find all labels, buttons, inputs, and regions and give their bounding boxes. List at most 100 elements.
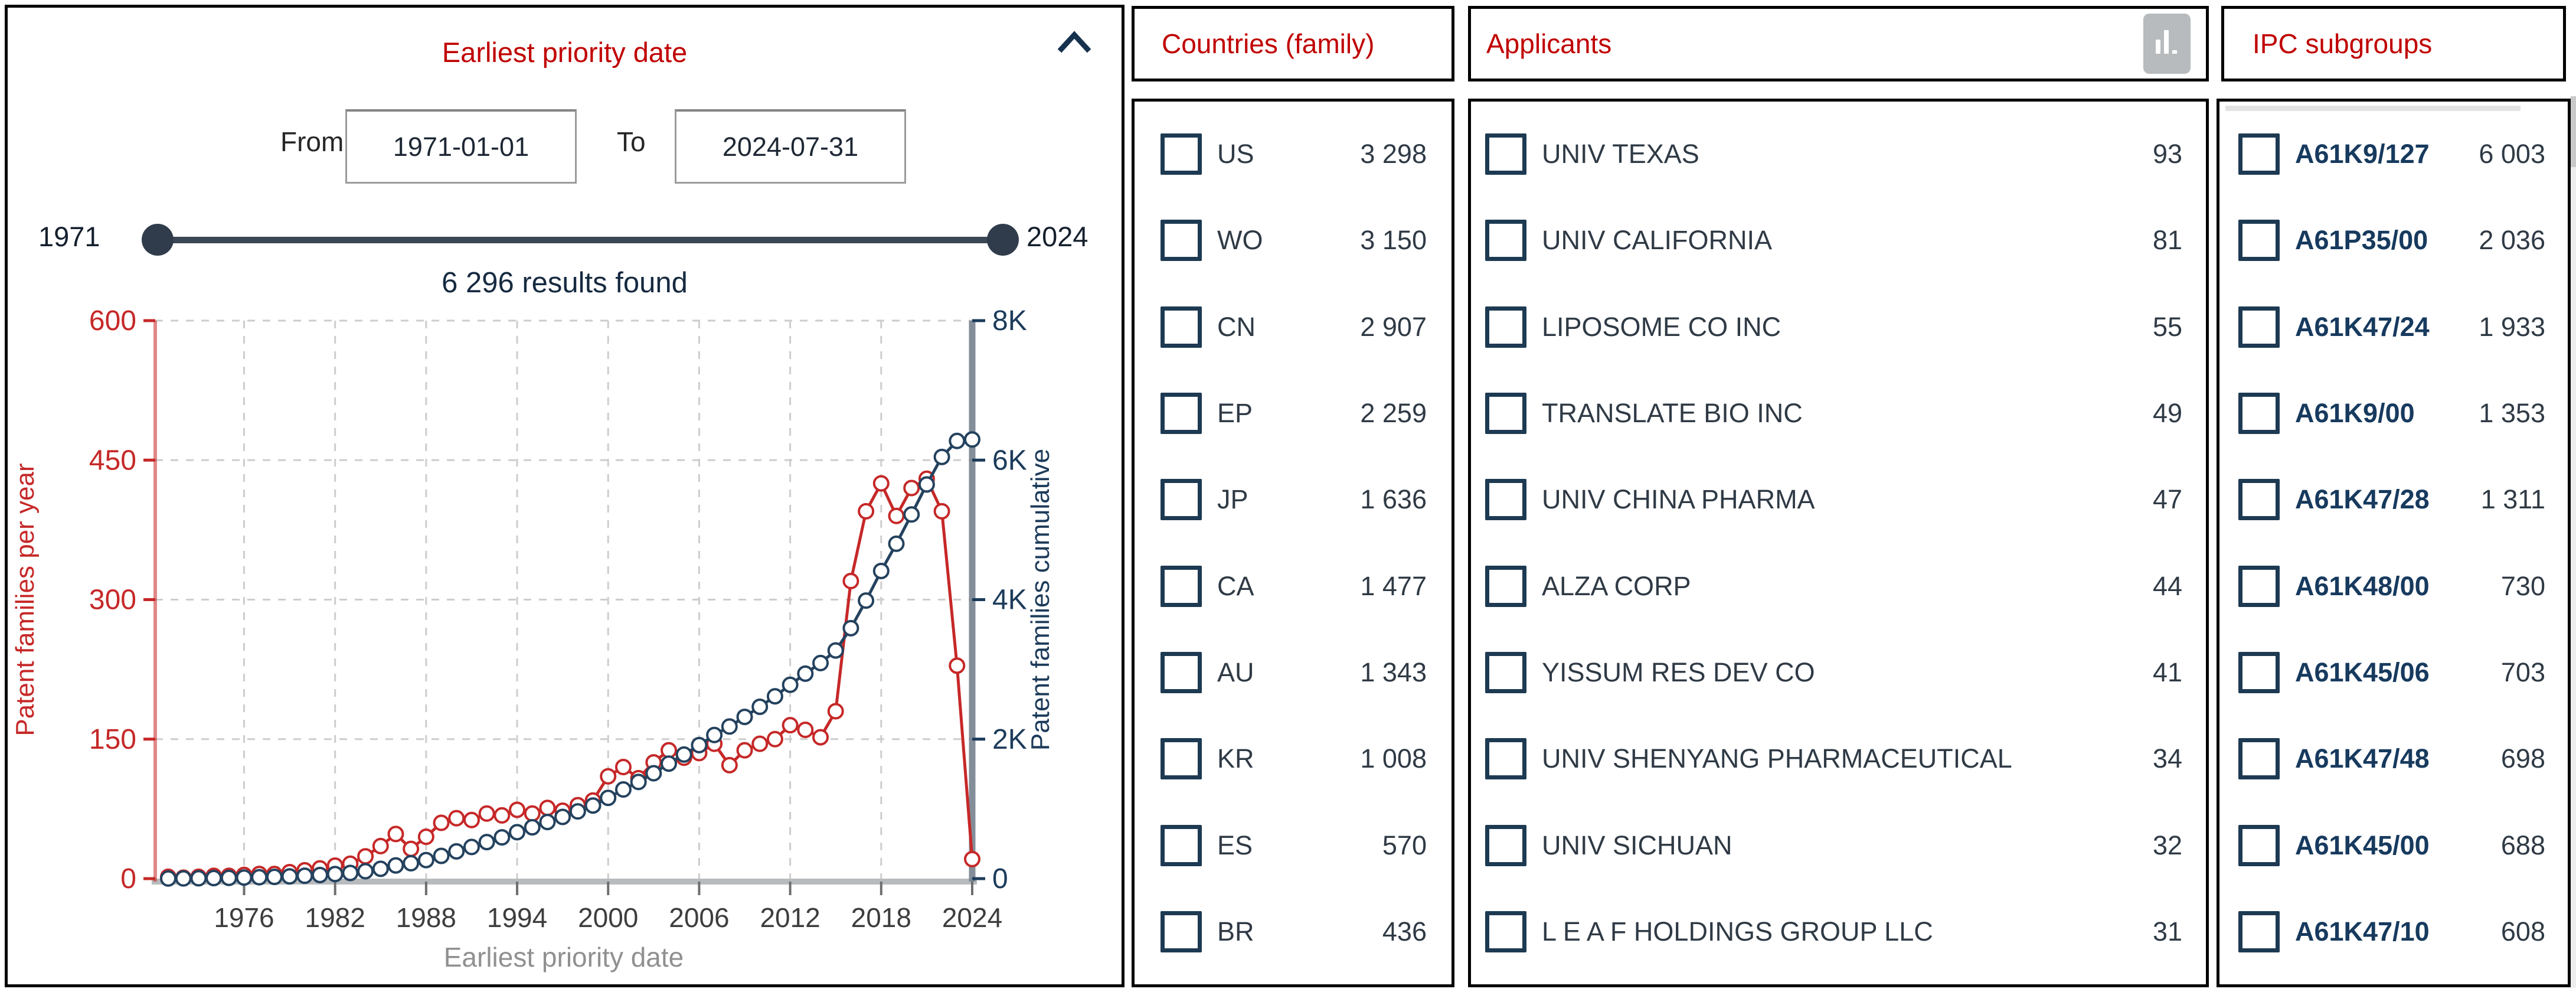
- svg-text:Patent families per year: Patent families per year: [11, 463, 40, 736]
- applicants-panel-header: Applicants: [1468, 6, 2209, 81]
- applicant-checkbox[interactable]: [1485, 652, 1526, 693]
- ipc-code: A61K47/28: [2295, 484, 2430, 515]
- country-checkbox[interactable]: [1160, 393, 1202, 434]
- ipc-checkbox[interactable]: [2238, 393, 2280, 434]
- country-code: US: [1217, 139, 1254, 169]
- applicant-name: UNIV CHINA PHARMA: [1542, 484, 1815, 515]
- ipc-checkbox[interactable]: [2238, 911, 2280, 952]
- ipc-count: 698: [2489, 743, 2545, 774]
- applicant-checkbox[interactable]: [1485, 393, 1526, 434]
- ipc-title: IPC subgroups: [2253, 28, 2432, 60]
- applicant-checkbox[interactable]: [1485, 911, 1526, 952]
- country-checkbox[interactable]: [1160, 911, 1202, 952]
- ipc-code: A61K45/00: [2295, 830, 2430, 861]
- country-code: AU: [1217, 657, 1254, 688]
- country-checkbox[interactable]: [1160, 566, 1202, 607]
- applicant-row: ALZA CORP 44: [1471, 566, 2206, 607]
- bar-chart-button[interactable]: [2143, 14, 2191, 74]
- applicant-row: UNIV TEXAS 93: [1471, 133, 2206, 175]
- ipc-checkbox[interactable]: [2238, 738, 2280, 779]
- panel-title: Earliest priority date: [8, 36, 1122, 68]
- applicant-name: UNIV CALIFORNIA: [1542, 225, 1772, 256]
- svg-text:450: 450: [89, 445, 136, 476]
- applicant-name: ALZA CORP: [1542, 571, 1691, 602]
- earliest-priority-date-panel: Earliest priority date From To 1971 2024…: [5, 5, 1124, 987]
- applicant-count: 44: [2141, 571, 2182, 602]
- country-row: ES 570: [1135, 825, 1452, 866]
- ipc-row: A61K9/00 1 353: [2219, 393, 2568, 434]
- slider-handle-min[interactable]: [142, 224, 174, 256]
- country-row: WO 3 150: [1135, 220, 1452, 261]
- to-date-input[interactable]: [675, 109, 906, 184]
- country-code: CN: [1217, 312, 1256, 342]
- country-checkbox[interactable]: [1160, 738, 1202, 779]
- applicant-checkbox[interactable]: [1485, 738, 1526, 779]
- applicant-checkbox[interactable]: [1485, 133, 1526, 175]
- svg-text:1976: 1976: [214, 902, 274, 933]
- country-checkbox[interactable]: [1160, 652, 1202, 693]
- ipc-row: A61K48/00 730: [2219, 566, 2568, 607]
- country-row: BR 436: [1135, 911, 1452, 952]
- country-checkbox[interactable]: [1160, 306, 1202, 348]
- applicant-row: UNIV CALIFORNIA 81: [1471, 220, 2206, 261]
- ipc-row: A61K47/48 698: [2219, 738, 2568, 779]
- chevron-up-icon[interactable]: [1058, 30, 1091, 57]
- ipc-row: A61K45/06 703: [2219, 652, 2568, 693]
- applicants-title: Applicants: [1486, 28, 1611, 60]
- vertical-scrollbar-thumb[interactable]: [2571, 96, 2576, 167]
- ipc-count: 730: [2489, 571, 2545, 602]
- slider-handle-max[interactable]: [987, 224, 1019, 256]
- ipc-checkbox[interactable]: [2238, 566, 2280, 607]
- applicant-checkbox[interactable]: [1485, 566, 1526, 607]
- ipc-checkbox[interactable]: [2238, 825, 2280, 866]
- applicant-row: YISSUM RES DEV CO 41: [1471, 652, 2206, 693]
- country-row: AU 1 343: [1135, 652, 1452, 693]
- ipc-row: A61K47/10 608: [2219, 911, 2568, 952]
- ipc-count: 703: [2489, 657, 2545, 688]
- ipc-code: A61K48/00: [2295, 571, 2430, 602]
- country-code: WO: [1217, 225, 1263, 256]
- date-range-slider-track[interactable]: [158, 237, 1003, 243]
- applicant-name: LIPOSOME CO INC: [1542, 312, 1781, 342]
- ipc-checkbox[interactable]: [2238, 133, 2280, 175]
- applicant-count: 34: [2141, 743, 2182, 774]
- ipc-checkbox[interactable]: [2238, 306, 2280, 348]
- svg-text:600: 600: [89, 305, 136, 337]
- applicant-row: UNIV CHINA PHARMA 47: [1471, 479, 2206, 520]
- ipc-list: A61K9/127 6 003 A61P35/00 2 036 A61K47/2…: [2217, 99, 2571, 987]
- svg-text:0: 0: [120, 863, 136, 895]
- country-code: CA: [1217, 571, 1254, 602]
- from-date-input[interactable]: [345, 109, 577, 184]
- ipc-row: A61K9/127 6 003: [2219, 133, 2568, 175]
- country-checkbox[interactable]: [1160, 133, 1202, 175]
- country-code: JP: [1217, 484, 1248, 515]
- ipc-row: A61P35/00 2 036: [2219, 220, 2568, 261]
- from-label: From: [280, 126, 344, 158]
- ipc-checkbox[interactable]: [2238, 220, 2280, 261]
- country-count: 2 907: [1348, 312, 1427, 342]
- applicant-checkbox[interactable]: [1485, 825, 1526, 866]
- svg-text:300: 300: [89, 585, 136, 616]
- svg-text:2018: 2018: [851, 902, 911, 933]
- svg-text:Earliest priority date: Earliest priority date: [444, 942, 684, 973]
- applicant-count: 49: [2141, 398, 2182, 429]
- country-checkbox[interactable]: [1160, 479, 1202, 520]
- country-row: CA 1 477: [1135, 566, 1452, 607]
- applicant-checkbox[interactable]: [1485, 220, 1526, 261]
- vertical-scrollbar[interactable]: [2571, 96, 2576, 988]
- ipc-checkbox[interactable]: [2238, 652, 2280, 693]
- applicant-checkbox[interactable]: [1485, 479, 1526, 520]
- country-count: 1 477: [1348, 571, 1427, 602]
- svg-text:150: 150: [89, 724, 136, 755]
- country-count: 1 343: [1348, 657, 1427, 688]
- horizontal-scrollbar[interactable]: [2225, 106, 2521, 111]
- ipc-checkbox[interactable]: [2238, 479, 2280, 520]
- svg-text:0: 0: [992, 863, 1008, 895]
- country-count: 1 636: [1348, 484, 1427, 515]
- country-checkbox[interactable]: [1160, 825, 1202, 866]
- ipc-code: A61K47/24: [2295, 312, 2430, 342]
- applicant-row: L E A F HOLDINGS GROUP LLC 31: [1471, 911, 2206, 952]
- country-code: EP: [1217, 398, 1253, 429]
- applicant-checkbox[interactable]: [1485, 306, 1526, 348]
- country-checkbox[interactable]: [1160, 220, 1202, 261]
